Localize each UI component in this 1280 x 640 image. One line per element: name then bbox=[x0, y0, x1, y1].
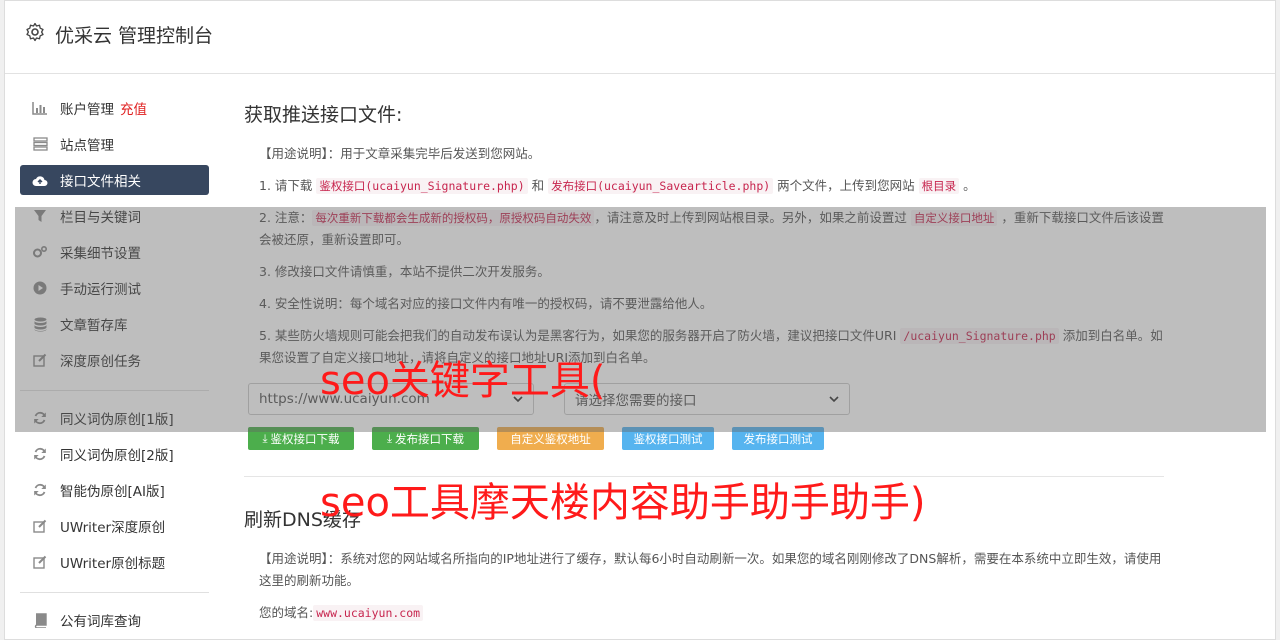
sidebar-item-label: UWriter深度原创 bbox=[60, 520, 166, 536]
publish-file-code: 发布接口(ucaiyun_Savearticle.php) bbox=[548, 178, 774, 194]
button-label: 鉴权接口测试 bbox=[633, 431, 703, 446]
bar-chart-icon bbox=[32, 100, 48, 116]
dim-overlay bbox=[15, 207, 1266, 432]
sidebar-item-label: 公有词库查询 bbox=[60, 614, 141, 630]
watermark-line-1: seo关键字工具( bbox=[320, 358, 606, 404]
sidebar-item-api-files[interactable]: 接口文件相关 bbox=[20, 165, 209, 195]
refresh-icon bbox=[32, 446, 48, 462]
cloud-upload-icon bbox=[32, 172, 48, 188]
auth-file-code: 鉴权接口(ucaiyun_Signature.php) bbox=[316, 178, 528, 194]
sidebar-item-label: 接口文件相关 bbox=[60, 174, 141, 190]
watermark-line-2: seo工具摩天楼内容助手助手助手) bbox=[320, 480, 926, 526]
domain-label: 您的域名: bbox=[259, 605, 314, 620]
sidebar-item-public-lexicon[interactable]: 公有词库查询 bbox=[20, 605, 209, 635]
dns-usage-text: 【用途说明】：系统对您的网站域名所指向的IP地址进行了缓存，默认每6小时自动刷新… bbox=[259, 551, 1162, 588]
sidebar-item-label: UWriter原创标题 bbox=[60, 556, 166, 572]
edit-icon bbox=[32, 554, 48, 570]
recharge-link[interactable]: 充值 bbox=[120, 98, 147, 118]
sidebar-item-label: 站点管理 bbox=[60, 138, 114, 154]
sidebar-item-sites[interactable]: 站点管理 bbox=[20, 129, 209, 159]
sidebar-item-label: 同义词伪原创[2版] bbox=[60, 448, 174, 464]
sidebar-item-synonym-v2[interactable]: 同义词伪原创[2版] bbox=[20, 439, 209, 469]
app-title: 优采云 管理控制台 bbox=[55, 25, 214, 47]
text: 1. 请下载 bbox=[259, 178, 317, 193]
section-title-push-files: 获取推送接口文件: bbox=[244, 104, 403, 126]
top-bar: 优采云 管理控制台 bbox=[5, 1, 1275, 74]
refresh-icon bbox=[32, 482, 48, 498]
text: 两个文件，上传到您网站 bbox=[773, 178, 919, 193]
button-label: 发布接口测试 bbox=[743, 431, 813, 446]
sidebar-item-uwriter-deep[interactable]: UWriter深度原创 bbox=[20, 511, 209, 541]
server-icon bbox=[32, 136, 48, 152]
text: 和 bbox=[527, 178, 549, 193]
sidebar-item-ai-rewrite[interactable]: 智能伪原创[AI版] bbox=[20, 475, 209, 505]
sidebar-item-account[interactable]: 账户管理 充值 bbox=[20, 93, 209, 123]
usage-text: 【用途说明】：用于文章采集完毕后发送到您网站。 bbox=[259, 146, 541, 161]
sidebar-item-uwriter-title[interactable]: UWriter原创标题 bbox=[20, 547, 209, 577]
sidebar-divider bbox=[20, 592, 209, 593]
download-icon: ⤓ bbox=[386, 431, 393, 445]
book-icon bbox=[32, 612, 48, 628]
sidebar-item-label: 账户管理 bbox=[60, 102, 114, 118]
step-1: 1. 请下载 鉴权接口(ucaiyun_Signature.php) 和 发布接… bbox=[259, 175, 1164, 197]
root-dir-code: 根目录 bbox=[918, 178, 960, 194]
sidebar-item-label: 智能伪原创[AI版] bbox=[60, 484, 165, 500]
gear-icon bbox=[26, 22, 44, 42]
domain-value: www.ucaiyun.com bbox=[313, 605, 424, 621]
button-label: 发布接口下载 bbox=[395, 431, 465, 446]
domain-line: 您的域名: www.ucaiyun.com bbox=[259, 602, 1164, 624]
button-label: 鉴权接口下载 bbox=[270, 431, 340, 446]
button-label: 自定义鉴权地址 bbox=[510, 431, 591, 446]
text: 。 bbox=[959, 178, 976, 193]
download-icon: ⤓ bbox=[262, 431, 268, 445]
edit-icon bbox=[32, 518, 48, 534]
